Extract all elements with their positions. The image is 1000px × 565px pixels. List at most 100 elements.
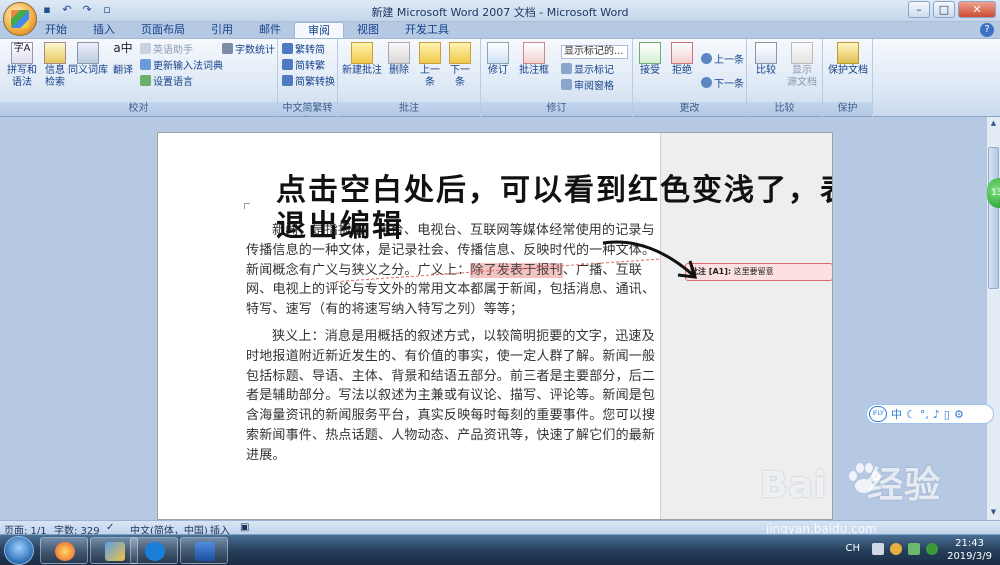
voice-icon[interactable]: ♪ [933,408,940,421]
set-language-label: 设置语言 [153,77,193,88]
spelling-button[interactable]: 字A 拼写和 语法 [4,42,40,89]
reviewing-pane-label: 审阅窗格 [574,81,614,92]
new-comment-button[interactable]: 新建批注 [342,42,382,77]
previous-change-button[interactable]: 上一条 [701,53,744,67]
word-count-label: 字数统计 [235,45,275,56]
show-markup-button[interactable]: 显示标记 [561,63,614,77]
translate-tip-button[interactable]: 英语助手 [140,43,193,57]
close-button[interactable]: ✕ [958,1,996,18]
paragraph-2[interactable]: 狭义上：消息是用概括的叙述方式，以较简明扼要的文字，迅速及时地报道附近新近发生的… [246,327,666,466]
group-protect: 保护文档 保护 [823,39,873,117]
start-button[interactable] [4,536,34,565]
delete-comment-button[interactable]: 删除 [384,42,414,77]
tray-security-icon[interactable] [926,543,938,555]
tab-view[interactable]: 视图 [344,22,392,38]
tab-developer[interactable]: 开发工具 [392,22,462,38]
app-1-icon [55,542,75,561]
maximize-button[interactable]: □ [933,1,955,18]
update-ime-label: 更新输入法词典 [153,61,223,72]
punctuation-icon[interactable]: °, [920,408,929,421]
display-for-review-value: 显示标记的... [564,46,624,57]
reject-button[interactable]: 拒绝 [667,42,697,77]
tab-mailings[interactable]: 邮件 [246,22,294,38]
tab-page-layout[interactable]: 页面布局 [128,22,198,38]
comment-text: 这里要留意 [733,267,774,276]
balloons-icon [523,42,545,64]
accept-label: 接受 [640,65,660,76]
ime-toolbar[interactable]: iFLY 中 ☾ °, ♪ ▯ ⚙ [866,404,994,424]
translate-icon: a中 [113,41,133,55]
taskbar-app-1[interactable] [40,537,88,564]
previous-comment-icon [419,42,441,64]
next-comment-button[interactable]: 下一 条 [446,42,474,89]
previous-comment-label: 上一 条 [420,65,440,88]
tab-insert[interactable]: 插入 [80,22,128,38]
margin-corner-mark [244,203,250,209]
document-page[interactable]: 新闻，是指报纸、电台、电视台、互联网等媒体经常使用的记录与传播信息的一种文体，是… [157,132,833,520]
floating-ball-icon[interactable]: 13 [987,178,1000,208]
help-icon[interactable]: ? [980,23,994,37]
moon-icon[interactable]: ☾ [906,408,916,421]
tutorial-annotation: 点击空白处后，可以看到红色变浅了，表示已经退出编辑 [276,173,833,244]
keyboard-icon[interactable]: ▯ [944,408,950,421]
word-count-button[interactable]: 字数统计 [222,43,275,57]
translate-tip-label: 英语助手 [153,45,193,56]
group-chinese-label: 中文简繁转换 [278,102,337,128]
minimize-button[interactable]: – [908,1,930,18]
title-bar: ▪ ↶ ↷ ▫ 新建 Microsoft Word 2007 文档 - Micr… [0,0,1000,22]
show-source-button[interactable]: 显示 源文档 [783,42,821,89]
update-ime-button[interactable]: 更新输入法词典 [140,59,223,73]
ime-settings-icon[interactable]: ⚙ [954,408,964,421]
scroll-up-icon[interactable]: ▲ [988,119,999,129]
ribbon: 字A 拼写和 语法 信息 检索 同义词库 a中 翻译 英语助手 更新输入法词典 … [0,38,1000,128]
display-for-review-dropdown[interactable]: 显示标记的... [561,45,628,59]
office-button[interactable] [3,2,37,36]
thesaurus-button[interactable]: 同义词库 [66,42,110,77]
next-comment-icon [449,42,471,64]
show-source-icon [791,42,813,64]
proofing-status-icon[interactable]: ✓ [106,522,114,533]
taskbar-sogou[interactable] [130,537,178,564]
group-changes: 接受 拒绝 上一条 下一条 更改 [633,39,747,117]
research-label: 信息 检索 [45,65,65,88]
reviewing-pane-button[interactable]: 审阅窗格 [561,79,614,93]
tray-network-icon[interactable] [908,543,920,555]
ime-logo-icon: iFLY [869,406,887,422]
to-simplified-icon [282,59,293,70]
to-traditional-icon [282,43,293,54]
to-simplified-button[interactable]: 简转繁 [282,59,325,73]
tab-references[interactable]: 引用 [198,22,246,38]
convert-icon [282,75,293,86]
ime-mode[interactable]: 中 [891,406,902,422]
previous-comment-button[interactable]: 上一 条 [416,42,444,89]
previous-change-icon [701,53,712,64]
office-logo-icon [11,10,29,28]
show-markup-icon [561,63,572,74]
scroll-down-icon[interactable]: ▼ [988,508,999,518]
delete-comment-icon [388,42,410,64]
tray-volume-icon[interactable] [890,543,902,555]
tray-flag-icon[interactable] [872,543,884,555]
thesaurus-label: 同义词库 [68,65,108,76]
compare-button[interactable]: 比较 [749,42,783,77]
convert-button[interactable]: 简繁转换 [282,75,335,89]
track-changes-label: 修订 [488,65,508,76]
track-changes-button[interactable]: 修订 [483,42,513,77]
balloons-button[interactable]: 批注框 [514,42,554,77]
tab-home[interactable]: 开始 [32,22,80,38]
next-change-label: 下一条 [714,79,744,90]
group-tracking-label: 修订 [481,102,632,116]
accept-button[interactable]: 接受 [635,42,665,77]
input-language[interactable]: CH [845,543,860,554]
next-change-button[interactable]: 下一条 [701,77,744,91]
macro-recording-icon[interactable]: ▣ [240,522,249,533]
scrollbar-thumb[interactable] [988,147,999,289]
taskbar-clock[interactable]: 21:43 2019/3/9 [947,537,992,563]
to-traditional-button[interactable]: 繁转简 [282,43,325,57]
set-language-button[interactable]: 设置语言 [140,75,193,89]
protect-document-button[interactable]: 保护文档 [826,42,870,77]
translate-button[interactable]: a中 翻译 [110,42,136,77]
tab-review[interactable]: 审阅 [294,22,344,39]
spelling-icon: 字A [11,42,33,64]
taskbar-word[interactable] [180,537,228,564]
